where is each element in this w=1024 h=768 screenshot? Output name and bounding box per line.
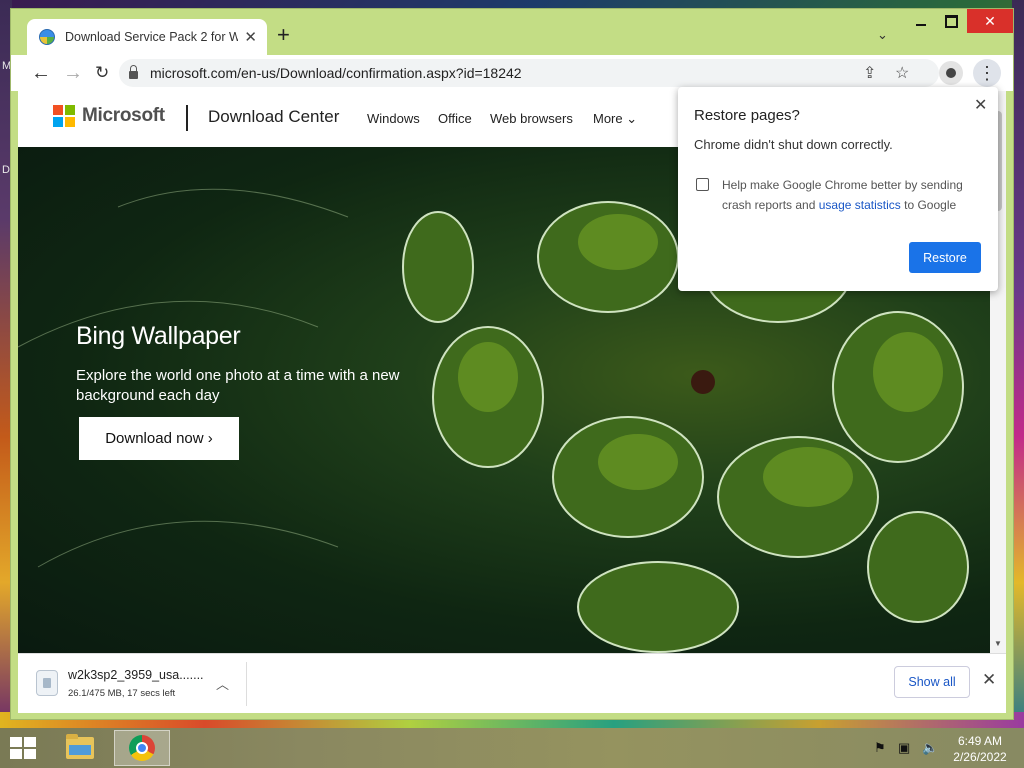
lock-icon[interactable]: [129, 65, 138, 79]
dialog-close-icon[interactable]: ✕: [974, 95, 987, 115]
download-now-label: Download now: [105, 430, 204, 447]
crash-report-text-end: to Google: [904, 198, 957, 212]
minimize-button[interactable]: [906, 9, 936, 33]
maximize-button[interactable]: [937, 9, 965, 33]
usage-statistics-link[interactable]: usage statistics: [819, 198, 901, 212]
restore-button[interactable]: Restore: [909, 242, 981, 273]
shelf-close-icon[interactable]: ✕: [982, 670, 996, 690]
chrome-taskbar-button[interactable]: [114, 730, 170, 766]
hero-title: Bing Wallpaper: [76, 322, 241, 350]
chevron-right-icon: ›: [207, 430, 213, 447]
tab-active[interactable]: Download Service Pack 2 for Windows Serv…: [27, 19, 267, 55]
folder-icon: [66, 734, 94, 759]
shelf-divider: [246, 662, 247, 706]
window-close-button[interactable]: ✕: [967, 9, 1013, 33]
nav-office[interactable]: Office: [438, 111, 472, 126]
forward-arrow-icon[interactable]: →: [63, 61, 83, 85]
brand-name[interactable]: Microsoft: [82, 105, 165, 127]
dialog-title: Restore pages?: [694, 107, 800, 124]
browser-toolbar: ← → ↻ microsoft.com/en-us/Download/confi…: [11, 55, 1013, 91]
download-status: 26.1/475 MB, 17 secs left: [68, 688, 176, 699]
hero-subtitle: Explore the world one photo at a time wi…: [76, 367, 400, 404]
header-divider: [186, 105, 188, 131]
clock-date[interactable]: 2/26/2022: [950, 750, 1010, 764]
microsoft-logo-icon[interactable]: [53, 105, 75, 127]
nav-windows[interactable]: Windows: [367, 111, 420, 126]
file-explorer-taskbar-button[interactable]: [58, 731, 102, 765]
windows-start-icon[interactable]: [10, 737, 36, 759]
crash-report-checkbox[interactable]: [696, 178, 709, 191]
show-all-button[interactable]: Show all: [894, 666, 970, 698]
site-title[interactable]: Download Center: [208, 107, 339, 127]
chevron-down-icon: ⌄: [626, 111, 638, 126]
scroll-down-arrow-icon[interactable]: ▼: [994, 639, 1002, 648]
back-arrow-icon[interactable]: ←: [31, 61, 51, 85]
maximize-icon: [944, 14, 958, 28]
download-filename[interactable]: w2k3sp2_3959_usa.......: [68, 668, 204, 682]
loading-spinner-icon[interactable]: ↻: [95, 61, 109, 85]
clock-time[interactable]: 6:49 AM: [950, 734, 1010, 748]
network-icon[interactable]: ▣: [898, 740, 910, 756]
nav-web-browsers[interactable]: Web browsers: [490, 111, 573, 126]
minimize-icon: [916, 24, 926, 26]
profile-avatar-icon[interactable]: [939, 61, 963, 85]
action-center-flag-icon[interactable]: ⚑: [874, 740, 886, 756]
url-text[interactable]: microsoft.com/en-us/Download/confirmatio…: [150, 65, 522, 81]
new-tab-button[interactable]: +: [277, 23, 290, 47]
chrome-icon: [129, 735, 155, 761]
desktop-icon-label-d: D: [2, 164, 10, 176]
nav-more-label: More: [593, 111, 623, 126]
kebab-menu-icon[interactable]: ⋮: [973, 59, 1001, 87]
dialog-message: Chrome didn't shut down correctly.: [694, 137, 893, 152]
title-bar: Download Service Pack 2 for Windows Serv…: [11, 9, 1013, 55]
crash-report-label: Help make Google Chrome better by sendin…: [722, 175, 982, 215]
file-icon[interactable]: [36, 670, 58, 696]
address-bar[interactable]: microsoft.com/en-us/Download/confirmatio…: [119, 59, 939, 87]
share-icon[interactable]: ⇪: [863, 63, 876, 83]
tab-search-chevron-icon[interactable]: ⌄: [877, 27, 888, 43]
microsoft-favicon-icon: [39, 29, 55, 45]
tab-close-icon[interactable]: ✕: [244, 28, 257, 46]
download-shelf: w2k3sp2_3959_usa....... 26.1/475 MB, 17 …: [18, 653, 1006, 713]
download-options-chevron-icon[interactable]: ︿: [216, 674, 229, 693]
nav-more[interactable]: More ⌄: [593, 111, 637, 127]
restore-pages-dialog: Restore pages? ✕ Chrome didn't shut down…: [678, 87, 998, 291]
bookmark-star-icon[interactable]: ☆: [895, 63, 909, 83]
download-now-button[interactable]: Download now ›: [79, 417, 239, 460]
tab-title: Download Service Pack 2 for Windows Serv…: [65, 30, 239, 44]
taskbar: ⚑ ▣ 🔈 6:49 AM 2/26/2022: [0, 728, 1024, 768]
browser-window: Download Service Pack 2 for Windows Serv…: [10, 8, 1014, 720]
volume-muted-icon[interactable]: 🔈: [922, 740, 938, 756]
